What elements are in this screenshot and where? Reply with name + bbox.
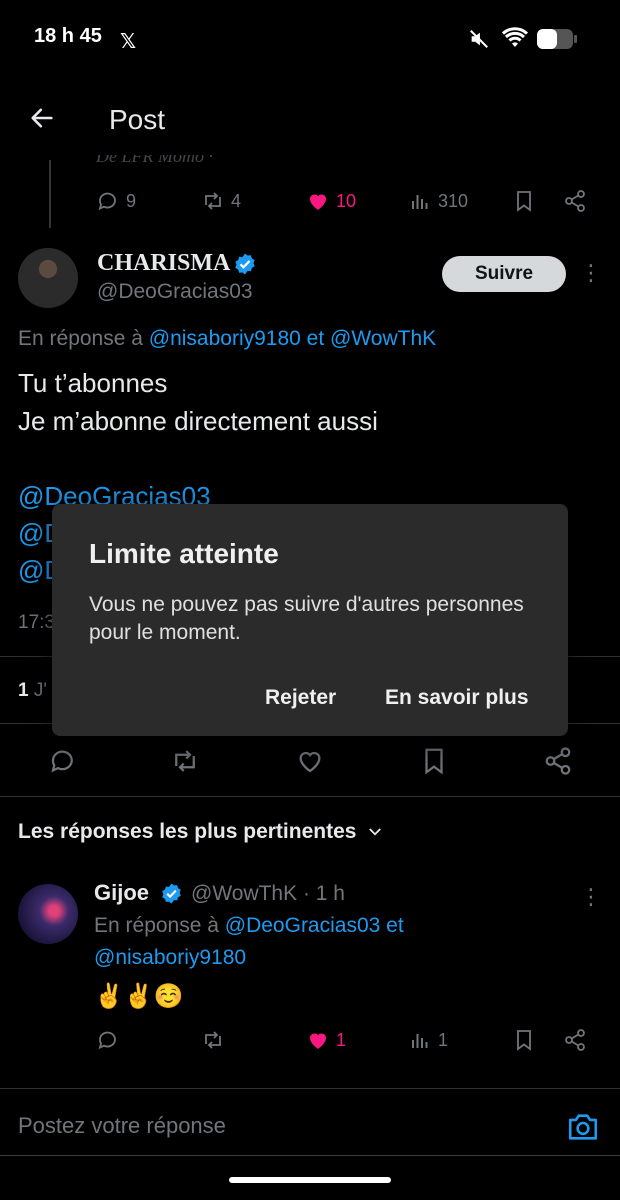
tweet-stats[interactable]: 1 J' [18,680,47,702]
reply-icon [98,192,116,211]
reply-to-separator: et [380,914,404,937]
reply-action[interactable]: 9 [96,189,136,213]
bookmark-icon [517,191,531,212]
reply-text: ✌️✌️☺️ [94,983,184,1010]
limit-reached-dialog: Limite atteinte Vous ne pouvez pas suivr… [52,504,568,736]
chevron-down-icon [369,828,382,836]
divider [0,1155,620,1156]
like-count: 1 [336,1029,347,1050]
back-arrow-icon[interactable] [28,104,58,134]
bookmark-button[interactable] [512,189,536,213]
view-count: 1 [438,1029,449,1050]
mention-link[interactable]: @nisaboriy9180 [94,946,246,970]
share-icon [565,1029,585,1051]
views-icon [412,1034,428,1048]
follow-button[interactable]: Suivre [442,256,566,292]
tweet-text-line: Je m’abonne directement aussi [18,406,378,436]
mute-icon [468,28,490,50]
dismiss-button[interactable]: Rejeter [265,686,336,710]
bookmark-icon [517,1030,531,1051]
page-title: Post [109,104,166,135]
divider [0,1088,620,1089]
dialog-title: Limite atteinte [89,538,279,569]
avatar[interactable] [18,884,78,944]
reply-to-prefix: En réponse à [18,327,149,350]
retweet-action[interactable]: 4 [201,189,241,213]
verified-badge-icon [160,882,183,905]
reply-to-line: En réponse à @nisaboriy9180 et @WowThK [18,327,436,351]
divider [0,796,620,797]
retweet-icon [205,192,221,210]
view-count: 310 [438,190,469,211]
share-button[interactable] [543,746,573,776]
reply-to-line: En réponse à @DeoGracias03 et [94,914,404,938]
status-time: 18 h 45 [34,25,102,47]
tweet-timestamp: 17:3 [18,612,55,633]
learn-more-button[interactable]: En savoir plus [385,686,529,710]
thread-line [49,160,51,228]
reply-icon [98,1031,116,1050]
more-options-icon[interactable]: ⋮ [580,260,602,286]
previous-tweet-text: De LFR Momo · [96,146,213,166]
share-button[interactable] [563,189,587,213]
more-options-icon[interactable]: ⋮ [580,884,602,910]
verified-badge-icon [233,252,257,276]
retweet-icon [175,750,195,772]
wifi-icon [502,27,528,49]
reply-compose-input[interactable]: Postez votre réponse [18,1113,538,1139]
heart-filled-icon [310,194,326,210]
dialog-message: Vous ne pouvez pas suivre d'autres perso… [89,593,524,644]
mention-link[interactable]: @nisaboriy9180 [149,327,301,350]
reply-button[interactable] [48,746,78,776]
reply-count: 9 [126,190,137,211]
views-icon [412,195,428,209]
views-action[interactable]: 310 [408,189,468,213]
like-action[interactable]: 1 [306,1028,346,1052]
author-handle[interactable]: @WowThK · 1 h [191,882,345,906]
tweet-text-line: Tu t’abonnes [18,368,168,398]
mention-link[interactable]: @DeoGracias03 [225,914,381,937]
share-icon [565,190,585,212]
author-name[interactable]: CHARISMA [97,250,230,277]
views-action[interactable]: 1 [408,1028,448,1052]
heart-filled-icon [310,1033,326,1049]
bookmark-button[interactable] [419,746,449,776]
camera-icon[interactable] [566,1110,600,1144]
like-action[interactable]: 10 [306,189,356,213]
like-count: 10 [336,190,357,211]
mention-link[interactable]: @WowThK [330,327,436,350]
replies-sort-dropdown[interactable]: Les réponses les plus pertinentes [18,820,384,844]
like-button[interactable] [295,746,325,776]
retweet-action[interactable] [201,1028,225,1052]
home-indicator[interactable] [229,1177,391,1183]
reply-to-prefix: En réponse à [94,914,225,937]
bookmark-button[interactable] [512,1028,536,1052]
reply-action[interactable] [96,1028,120,1052]
battery-icon [536,28,578,50]
heart-icon [299,751,321,773]
avatar[interactable] [18,248,78,308]
reply-icon [51,750,73,773]
reply-to-separator: et [300,327,331,350]
author-handle[interactable]: @DeoGracias03 [97,280,253,304]
stats-count: 1 [18,680,29,701]
replies-sort-label: Les réponses les plus pertinentes [18,820,357,843]
stats-label: J' [28,680,47,701]
x-logo-icon: 𝕏 [120,31,137,53]
author-name[interactable]: Gijoe [94,880,149,906]
retweet-button[interactable] [170,746,200,776]
share-button[interactable] [563,1028,587,1052]
share-icon [545,747,571,775]
bookmark-icon [425,748,443,775]
retweet-icon [205,1031,221,1049]
retweet-count: 4 [231,190,242,211]
